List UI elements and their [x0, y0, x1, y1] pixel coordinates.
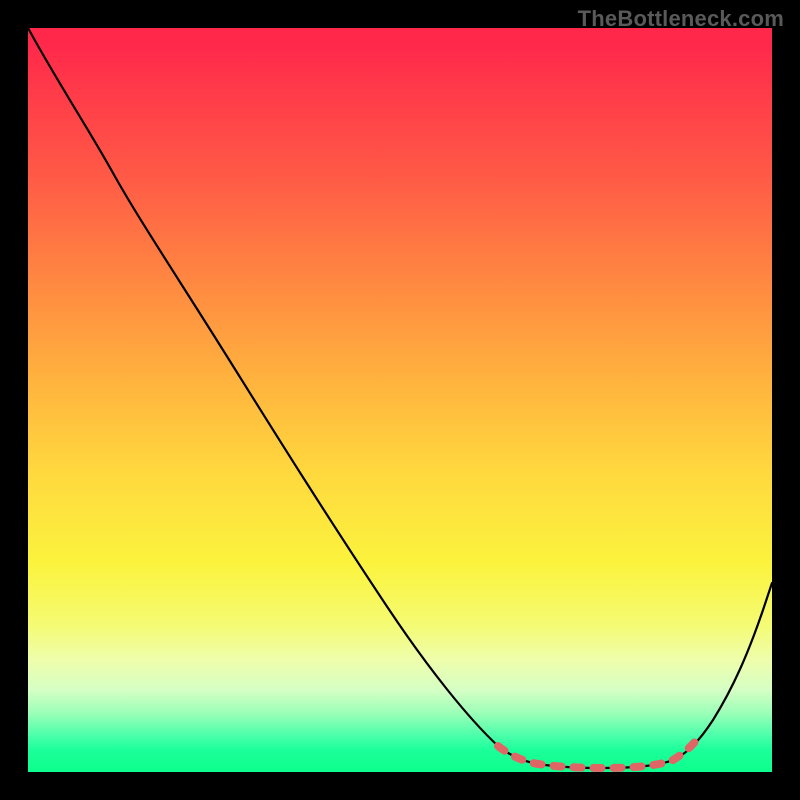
curve-layer [28, 28, 772, 772]
plot-area [28, 28, 772, 772]
optimal-zone-marker [498, 736, 700, 768]
chart-container: TheBottleneck.com [0, 0, 800, 800]
bottleneck-curve [28, 28, 772, 768]
